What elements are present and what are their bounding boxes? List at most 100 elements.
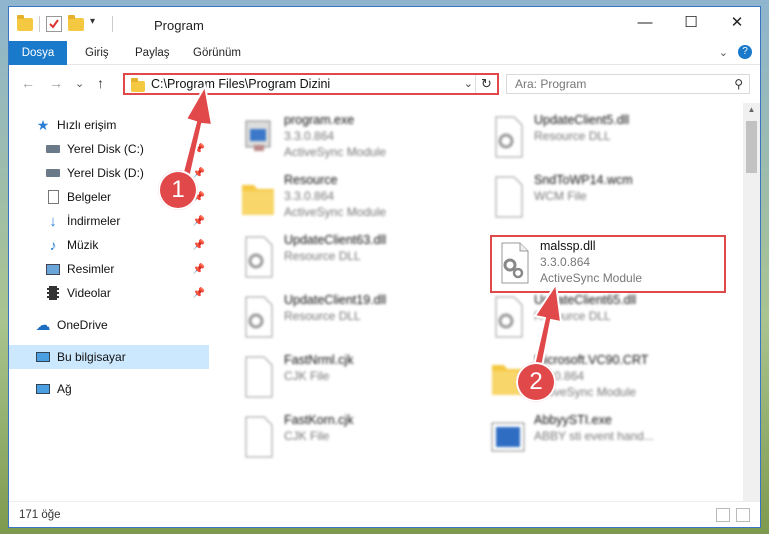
file-version: 3.3.0.864 (284, 129, 335, 143)
file-item[interactable]: UpdateClient5.dll Resource DLL (486, 109, 726, 167)
sidebar-item-label: Yerel Disk (C:) (67, 142, 144, 156)
file-type: ActiveSync Module (540, 271, 643, 285)
folder-icon (17, 14, 33, 31)
file-name: UpdateClient19.dll (284, 293, 387, 307)
sidebar-item-label: Yerel Disk (D:) (67, 166, 144, 180)
file-name: FastKorn.cjk (284, 413, 354, 427)
search-icon[interactable]: ⚲ (734, 77, 743, 91)
pin-icon[interactable]: 📌 (193, 216, 205, 227)
videos-icon (45, 285, 61, 301)
view-switcher (716, 508, 750, 522)
sidebar-item-label: Müzik (67, 238, 99, 252)
tab-giris[interactable]: Giriş (73, 41, 121, 65)
sidebar-item-resimler[interactable]: Resimler 📌 (9, 257, 209, 281)
dll-icon (501, 242, 529, 284)
file-item[interactable]: UpdateClient19.dll Resource DLL (236, 289, 476, 347)
ribbon-tabs: Dosya Giriş Paylaş Görünüm ⌄ ? (9, 41, 760, 99)
sidebar-item-videolar[interactable]: Videolar 📌 (9, 281, 209, 305)
refresh-icon[interactable]: ↻ (475, 75, 497, 93)
pin-icon[interactable]: 📌 (193, 264, 205, 275)
expand-ribbon-icon[interactable]: ⌄ (719, 46, 728, 59)
file-version: 3.3.0.864 (540, 255, 591, 269)
folder-icon (131, 78, 145, 92)
file-name: FastNrml.cjk (284, 353, 354, 367)
file-name: Microsoft.VC90.CRT (534, 353, 649, 367)
sidebar-item-yerel-disk-c[interactable]: Yerel Disk (C:) 📌 (9, 137, 209, 161)
sidebar-item-label: Videolar (67, 286, 111, 300)
tab-paylas[interactable]: Paylaş (123, 41, 182, 65)
file-item[interactable]: Resource 3.3.0.864 ActiveSync Module (236, 169, 476, 227)
close-button[interactable]: ✕ (714, 7, 760, 37)
address-path: C:\Program Files\Program Dizini (151, 77, 331, 91)
back-arrow-icon[interactable]: ← (21, 75, 35, 91)
navigation-bar: ← → ⌄ ↑ C:\Program Files\Program Dizini … (9, 65, 760, 101)
file-item[interactable]: UpdateClient63.dll Resource DLL (236, 229, 476, 287)
file-icon (495, 176, 523, 218)
navigation-pane: ★ Hızlı erişim Yerel Disk (C:) 📌 Yerel D… (9, 103, 209, 501)
dll-icon (245, 296, 273, 338)
file-name: UpdateClient5.dll (534, 113, 630, 127)
sidebar-item-label: Ağ (57, 382, 72, 396)
file-item[interactable]: SndToWP14.wcm WCM File (486, 169, 726, 227)
recent-locations-icon[interactable]: ⌄ (75, 77, 84, 90)
sidebar-item-label: Bu bilgisayar (57, 350, 126, 364)
up-arrow-icon[interactable]: ↑ (97, 75, 104, 91)
music-icon: ♪ (49, 237, 57, 253)
file-name: AbbyySTI.exe (534, 413, 612, 427)
sidebar-item-ag[interactable]: Ağ (9, 377, 209, 401)
file-item[interactable]: FastNrml.cjk CJK File (236, 349, 476, 407)
file-item-selected[interactable]: malssp.dll 3.3.0.864 ActiveSync Module (490, 235, 726, 293)
file-item[interactable]: FastKorn.cjk CJK File (236, 409, 476, 467)
step-badge-2: 2 (516, 362, 556, 402)
window-title: Program (154, 18, 204, 33)
sidebar-item-muzik[interactable]: ♪ Müzik 📌 (9, 233, 209, 257)
large-icons-view-icon[interactable] (736, 508, 750, 522)
file-type: CJK File (284, 429, 330, 443)
pin-icon[interactable]: 📌 (193, 240, 205, 251)
details-view-icon[interactable] (716, 508, 730, 522)
file-name: UpdateClient63.dll (284, 233, 387, 247)
dll-icon (495, 296, 523, 338)
app-icon (491, 422, 525, 452)
pin-icon[interactable]: 📌 (193, 288, 205, 299)
scroll-up-icon[interactable]: ▲ (743, 105, 760, 114)
file-type: Resource DLL (284, 249, 361, 263)
sidebar-item-label: Belgeler (67, 190, 112, 204)
new-folder-icon[interactable] (68, 14, 84, 31)
minimize-button[interactable]: — (622, 7, 668, 37)
search-input[interactable]: Ara: Program ⚲ (506, 74, 750, 94)
toolbar-separator (39, 16, 40, 32)
address-bar[interactable]: C:\Program Files\Program Dizini ⌄ ↻ (123, 73, 499, 95)
file-item[interactable]: program.exe 3.3.0.864 ActiveSync Module (236, 109, 476, 167)
title-bar: ▾ Program — ☐ ✕ (9, 7, 760, 41)
address-dropdown-icon[interactable]: ⌄ (464, 77, 473, 90)
star-icon: ★ (36, 116, 50, 133)
forward-arrow-icon[interactable]: → (49, 75, 63, 91)
file-type: CJK File (284, 369, 330, 383)
window-controls: — ☐ ✕ (622, 7, 760, 37)
download-icon: ↓ (49, 212, 57, 230)
pictures-icon (45, 261, 61, 277)
file-type: Resource DLL (284, 309, 361, 323)
vertical-scrollbar[interactable]: ▲ (743, 103, 760, 501)
scrollbar-thumb[interactable] (746, 121, 757, 173)
customize-toolbar-icon[interactable]: ▾ (90, 16, 106, 32)
file-item[interactable]: AbbyySTI.exe ABBY sti event hand... (486, 409, 726, 467)
properties-icon[interactable] (46, 16, 62, 32)
maximize-button[interactable]: ☐ (668, 7, 714, 37)
sidebar-item-hizli-erisim[interactable]: ★ Hızlı erişim (9, 113, 209, 137)
sidebar-item-bu-bilgisayar[interactable]: Bu bilgisayar (9, 345, 209, 369)
file-type: ABBY sti event hand... (534, 429, 654, 443)
cloud-icon: ☁ (35, 317, 51, 334)
help-icon[interactable]: ? (738, 45, 752, 59)
sidebar-item-onedrive[interactable]: ☁ OneDrive (9, 313, 209, 337)
file-type: Resource DLL (534, 309, 611, 323)
sidebar-item-indirmeler[interactable]: ↓ İndirmeler 📌 (9, 209, 209, 233)
computer-icon (35, 349, 51, 365)
toolbar-separator (112, 16, 113, 32)
pin-icon[interactable]: 📌 (193, 168, 205, 179)
pin-icon[interactable]: 📌 (193, 144, 205, 155)
search-placeholder: Ara: Program (515, 77, 587, 91)
file-item[interactable]: UpdateClient65.dll Resource DLL (486, 289, 726, 347)
tab-gorunum[interactable]: Görünüm (181, 41, 253, 65)
